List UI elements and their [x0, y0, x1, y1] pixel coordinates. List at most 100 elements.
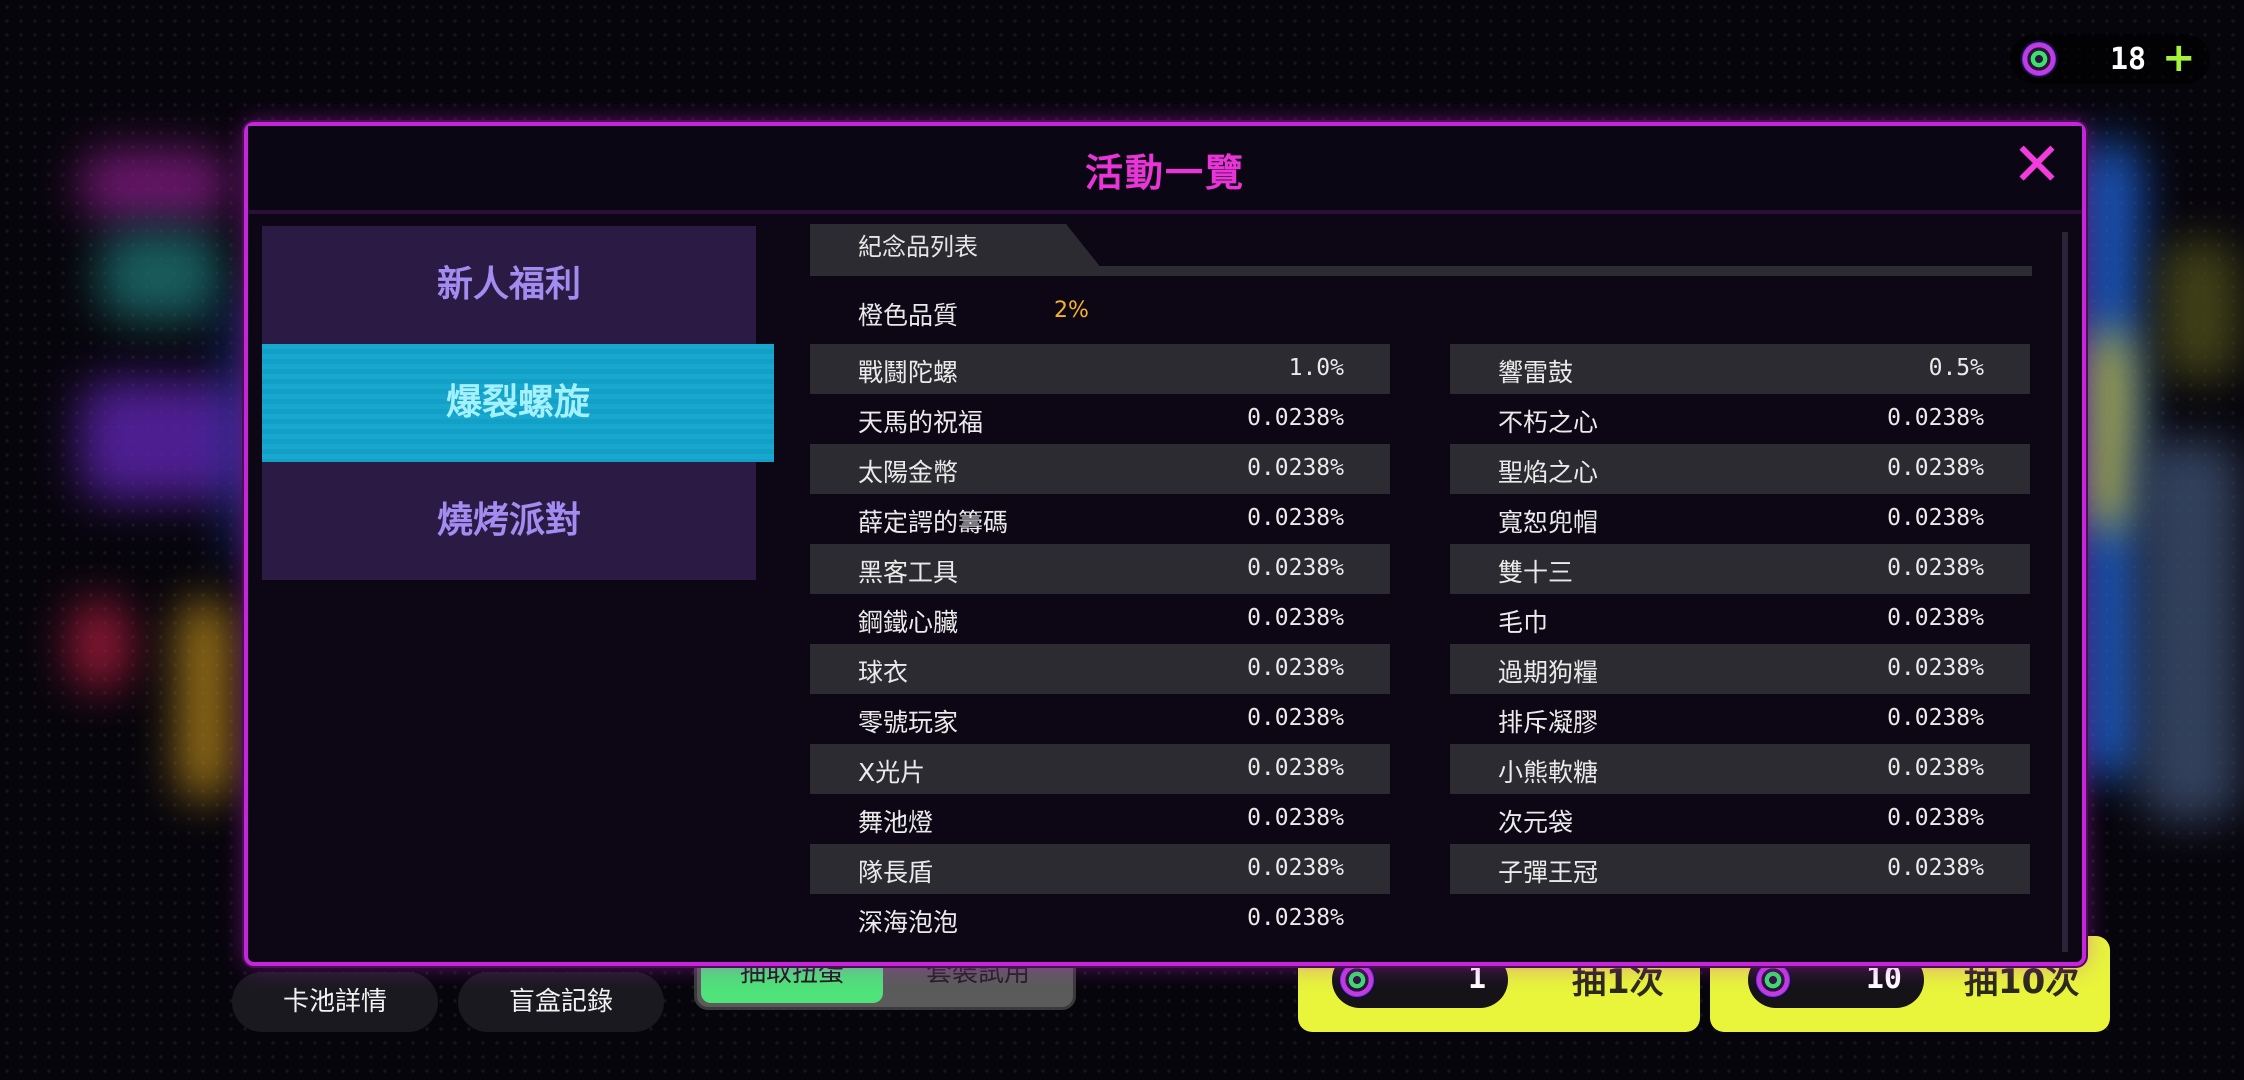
item-name: 舞池燈 [858, 808, 934, 837]
item-name: 不朽之心 [1498, 408, 1599, 437]
item-name: 太陽金幣 [858, 458, 959, 487]
item-name: 聖焰之心 [1498, 458, 1599, 487]
item-row: 球衣 0.0238% [810, 644, 1390, 694]
item-rate: 1.0% [1288, 355, 1344, 381]
item-rate: 0.0238% [1247, 755, 1344, 781]
tab-label: 爆裂螺旋 [445, 382, 590, 423]
currency-display: 18 + [2010, 34, 2210, 84]
item-row: 深海泡泡 0.0238% [810, 894, 1390, 944]
background-blob [2090, 330, 2130, 530]
dialog-header: 活動一覽 ✕ [248, 126, 2082, 214]
item-name: X光片 [858, 758, 926, 787]
item-row: 寬恕兜帽 0.0238% [1450, 494, 2030, 544]
draw-once-count: 1 [1467, 961, 1486, 996]
item-row: 響雷鼓 0.5% [1450, 344, 2030, 394]
item-name: 深海泡泡 [858, 908, 959, 937]
item-rate: 0.0238% [1887, 555, 1984, 581]
item-row: 戰鬪陀螺 1.0% [810, 344, 1390, 394]
item-rate: 0.5% [1928, 355, 1984, 381]
gacha-coin-icon [1340, 963, 1374, 997]
draw-ten-count: 10 [1865, 961, 1902, 996]
item-row: 小熊軟糖 0.0238% [1450, 744, 2030, 794]
item-rate: 0.0238% [1887, 855, 1984, 881]
item-name: 過期狗糧 [1498, 658, 1599, 687]
item-row: 舞池燈 0.0238% [810, 794, 1390, 844]
tab-label: 新人福利 [436, 264, 581, 305]
item-rate: 0.0238% [1887, 405, 1984, 431]
item-row: X光片 0.0238% [810, 744, 1390, 794]
item-name: 球衣 [858, 658, 909, 687]
item-row: 零號玩家 0.0238% [810, 694, 1390, 744]
item-row: 次元袋 0.0238% [1450, 794, 2030, 844]
item-row: 聖焰之心 0.0238% [1450, 444, 2030, 494]
item-rate: 0.0238% [1247, 505, 1344, 531]
item-name: 響雷鼓 [1498, 358, 1574, 387]
item-name: 雙十三 [1498, 558, 1574, 587]
scrollbar[interactable] [2062, 232, 2068, 952]
item-rate: 0.0238% [1887, 755, 1984, 781]
tab-newcomer-benefits[interactable]: 新人福利 [262, 226, 756, 344]
item-row: 太陽金幣 0.0238% [810, 444, 1390, 494]
item-name: 鋼鐵心臟 [858, 608, 959, 637]
item-rate: 0.0238% [1887, 655, 1984, 681]
item-name: 戰鬪陀螺 [858, 358, 959, 387]
item-rate: 0.0238% [1247, 555, 1344, 581]
background-blob [2160, 240, 2240, 380]
item-row: 薛定諤的籌碼 0.0238% [810, 494, 1390, 544]
background-blob [80, 150, 230, 220]
item-rate: 0.0238% [1887, 505, 1984, 531]
tab-label: 燒烤派對 [436, 500, 581, 541]
quality-name: 橙色品質 [858, 301, 959, 330]
item-rate: 0.0238% [1887, 705, 1984, 731]
item-rate: 0.0238% [1247, 705, 1344, 731]
background-blob [70, 600, 130, 690]
background-blob [100, 230, 220, 320]
tab-burst-spiral[interactable]: 爆裂螺旋 [262, 344, 774, 462]
item-name: 毛巾 [1498, 608, 1549, 637]
item-row: 天馬的祝福 0.0238% [810, 394, 1390, 444]
item-name: 天馬的祝福 [858, 408, 984, 437]
item-rate: 0.0238% [1247, 655, 1344, 681]
item-row: 黑客工具 0.0238% [810, 544, 1390, 594]
background-blob [180, 600, 230, 800]
item-rate: 0.0238% [1247, 905, 1344, 931]
item-name: 黑客工具 [858, 558, 959, 587]
dialog-title: 活動一覽 [1084, 151, 1245, 195]
close-icon[interactable]: ✕ [2010, 135, 2064, 195]
item-name: 隊長盾 [858, 858, 934, 887]
souvenir-list-panel: 紀念品列表 橙色品質 2% 戰鬪陀螺 1.0% 天馬的祝福 0.0238% 太陽金幣 0.… [810, 224, 2072, 952]
add-currency-button[interactable]: + [2162, 38, 2196, 78]
item-row: 雙十三 0.0238% [1450, 544, 2030, 594]
section-title: 紀念品列表 [810, 224, 1106, 274]
item-name: 次元袋 [1498, 808, 1574, 837]
item-row: 排斥凝膠 0.0238% [1450, 694, 2030, 744]
item-row: 不朽之心 0.0238% [1450, 394, 2030, 444]
blindbox-record-button[interactable]: 盲盒記錄 [458, 972, 664, 1032]
item-row: 過期狗糧 0.0238% [1450, 644, 2030, 694]
item-rate: 0.0238% [1247, 455, 1344, 481]
item-row: 子彈王冠 0.0238% [1450, 844, 2030, 894]
background-blob [80, 380, 250, 500]
item-row: 毛巾 0.0238% [1450, 594, 2030, 644]
item-rate: 0.0238% [1887, 605, 1984, 631]
item-rate: 0.0238% [1247, 805, 1344, 831]
pool-details-button[interactable]: 卡池詳情 [232, 972, 438, 1032]
gacha-coin-icon [2022, 42, 2056, 76]
quality-rate: 2% [1054, 298, 1089, 323]
item-rate: 0.0238% [1247, 855, 1344, 881]
item-row: 隊長盾 0.0238% [810, 844, 1390, 894]
item-rate: 0.0238% [1247, 405, 1344, 431]
item-name: 小熊軟糖 [1498, 758, 1599, 787]
gacha-coin-icon [1756, 963, 1790, 997]
event-overview-dialog: 活動一覽 ✕ 新人福利 爆裂螺旋 燒烤派對 紀念品列表 橙色品質 2% 戰鬪陀螺… [244, 122, 2086, 966]
item-name: 薛定諤的籌碼 [858, 508, 1009, 537]
item-row: 鋼鐵心臟 0.0238% [810, 594, 1390, 644]
item-name: 零號玩家 [858, 708, 959, 737]
tab-bbq-party[interactable]: 燒烤派對 [262, 462, 756, 580]
item-name: 寬恕兜帽 [1498, 508, 1599, 537]
item-name: 子彈王冠 [1498, 858, 1599, 887]
item-name: 排斥凝膠 [1498, 708, 1599, 737]
item-rate: 0.0238% [1887, 455, 1984, 481]
currency-amount: 18 [2110, 42, 2147, 77]
background-blob [2140, 440, 2240, 820]
